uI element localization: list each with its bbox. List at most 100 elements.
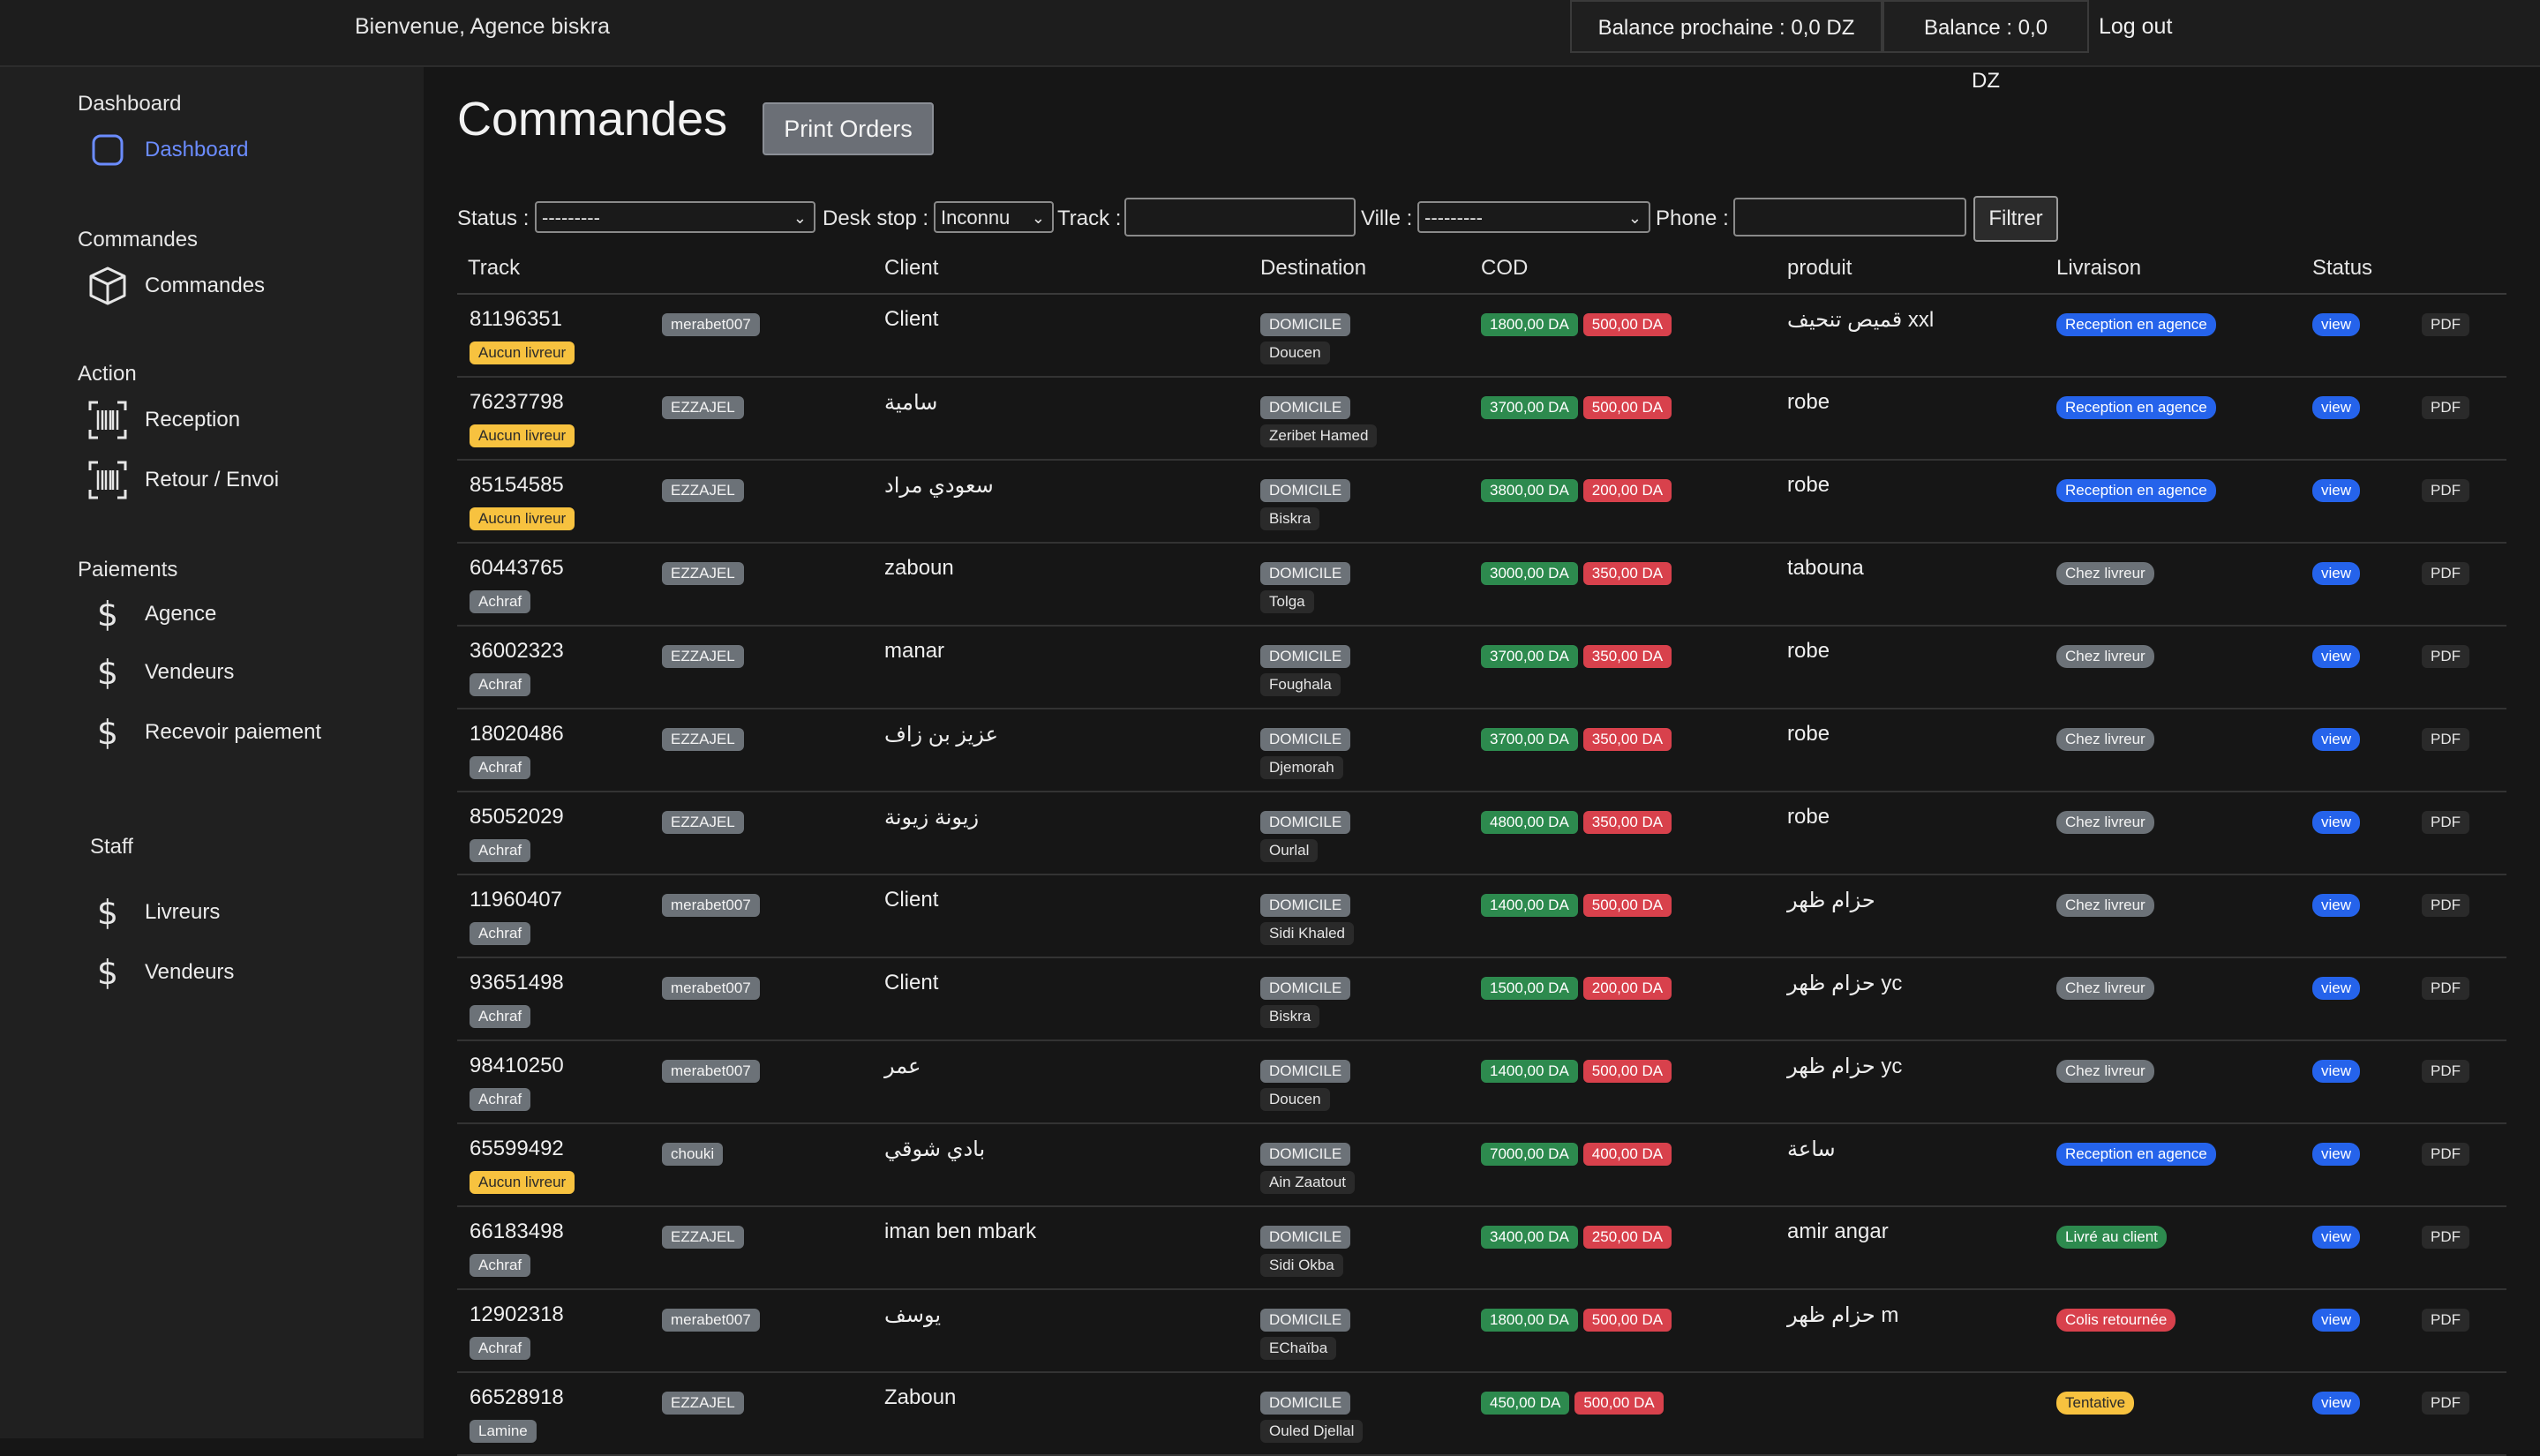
table-row[interactable]: 93651498 Achraf merabet007 Client DOMICILE Bi…	[457, 958, 2506, 1041]
table-row[interactable]: 66183498 Achraf EZZAJEL iman ben mbark DOMIC…	[457, 1207, 2506, 1290]
sidebar-item-livreurs[interactable]: $ Livreurs	[86, 891, 220, 934]
delivery-type-badge: DOMICILE	[1260, 1226, 1351, 1249]
sidebar-item-agence[interactable]: $ Agence	[86, 593, 217, 635]
pdf-button[interactable]: PDF	[2422, 1392, 2469, 1415]
view-button[interactable]: view	[2312, 811, 2361, 834]
pdf-button[interactable]: PDF	[2422, 1309, 2469, 1332]
balance-next-button[interactable]: Balance prochaine : 0,0 DZ	[1570, 0, 1882, 53]
cod-amount-badge: 4800,00 DA	[1481, 811, 1578, 834]
view-button[interactable]: view	[2312, 562, 2361, 585]
track-number[interactable]: 66528918	[470, 1385, 564, 1410]
track-number[interactable]: 81196351	[470, 307, 562, 332]
pdf-button[interactable]: PDF	[2422, 479, 2469, 502]
table-header: Track Client Destination COD produit Liv…	[457, 244, 2506, 295]
column-header-cod[interactable]: COD	[1481, 256, 1528, 281]
view-button[interactable]: view	[2312, 396, 2361, 419]
pdf-button[interactable]: PDF	[2422, 728, 2469, 751]
table-row[interactable]: 81196351 Aucun livreur merabet007 Client DOM…	[457, 295, 2506, 378]
column-header-destination[interactable]: Destination	[1260, 256, 1366, 281]
table-row[interactable]: 76237798 Aucun livreur EZZAJEL سامية DOMICIL…	[457, 378, 2506, 461]
table-row[interactable]: 60443765 Achraf EZZAJEL zaboun DOMICILE Tolga…	[457, 544, 2506, 627]
view-button[interactable]: view	[2312, 977, 2361, 1000]
track-number[interactable]: 18020486	[470, 722, 564, 747]
logout-link[interactable]: Log out	[2099, 14, 2172, 40]
track-filter-label: Track :	[1057, 206, 1122, 230]
view-button[interactable]: view	[2312, 1309, 2361, 1332]
sidebar-item-vendeurs[interactable]: $ Vendeurs	[86, 651, 235, 694]
seller-badge: EZZAJEL	[662, 811, 744, 834]
view-button[interactable]: view	[2312, 313, 2361, 336]
pdf-button[interactable]: PDF	[2422, 562, 2469, 585]
pdf-button[interactable]: PDF	[2422, 645, 2469, 668]
column-header-livraison[interactable]: Livraison	[2056, 256, 2141, 281]
table-row[interactable]: 66528918 Lamine EZZAJEL Zaboun DOMICILE Ouled…	[457, 1373, 2506, 1456]
livreur-badge: Achraf	[470, 1088, 531, 1111]
track-number[interactable]: 12902318	[470, 1302, 564, 1327]
delivery-type-badge: DOMICILE	[1260, 1392, 1351, 1415]
pdf-button[interactable]: PDF	[2422, 977, 2469, 1000]
sidebar-item-dashboard[interactable]: Dashboard	[86, 129, 248, 171]
view-button[interactable]: view	[2312, 1143, 2361, 1166]
sidebar-item-reception[interactable]: Reception	[86, 399, 240, 441]
pdf-button[interactable]: PDF	[2422, 396, 2469, 419]
track-input[interactable]	[1124, 198, 1356, 236]
pdf-button[interactable]: PDF	[2422, 1060, 2469, 1083]
track-number[interactable]: 85052029	[470, 805, 564, 829]
ville-select-value: ---------	[1424, 206, 1483, 229]
view-button[interactable]: view	[2312, 479, 2361, 502]
pdf-button[interactable]: PDF	[2422, 811, 2469, 834]
product-name: amir angar	[1787, 1220, 1889, 1243]
sidebar-item-commandes[interactable]: Commandes	[86, 265, 265, 307]
livreur-badge: Lamine	[470, 1420, 537, 1443]
pdf-button[interactable]: PDF	[2422, 1143, 2469, 1166]
column-header-track[interactable]: Track	[468, 256, 520, 281]
view-button[interactable]: view	[2312, 1060, 2361, 1083]
pdf-button[interactable]: PDF	[2422, 894, 2469, 917]
track-number[interactable]: 93651498	[470, 971, 564, 995]
table-row[interactable]: 36002323 Achraf EZZAJEL manar DOMICILE Fougha…	[457, 627, 2506, 709]
track-number[interactable]: 98410250	[470, 1054, 564, 1078]
desk-stop-select[interactable]: Inconnu ⌄	[934, 201, 1054, 233]
seller-badge: merabet007	[662, 1060, 760, 1083]
track-number[interactable]: 66183498	[470, 1220, 564, 1244]
column-header-client[interactable]: Client	[884, 256, 938, 281]
print-orders-button[interactable]: Print Orders	[763, 102, 934, 155]
balance-button[interactable]: Balance : 0,0 DZ	[1882, 0, 2089, 93]
filter-button[interactable]: Filtrer	[1973, 196, 2058, 242]
dollar-icon: $	[96, 893, 119, 932]
table-row[interactable]: 12902318 Achraf merabet007 يوسف DOMICILE ECha…	[457, 1290, 2506, 1373]
desk-stop-select-value: Inconnu	[941, 206, 1011, 229]
table-row[interactable]: 18020486 Achraf EZZAJEL عزيز بن زاف DOMICILE…	[457, 709, 2506, 792]
column-header-status[interactable]: Status	[2312, 256, 2372, 281]
view-button[interactable]: view	[2312, 645, 2361, 668]
track-number[interactable]: 85154585	[470, 473, 564, 498]
track-number[interactable]: 60443765	[470, 556, 564, 581]
table-row[interactable]: 85154585 Aucun livreur EZZAJEL سعودي مراد DO…	[457, 461, 2506, 544]
pdf-button[interactable]: PDF	[2422, 313, 2469, 336]
view-button[interactable]: view	[2312, 1392, 2361, 1415]
track-number[interactable]: 76237798	[470, 390, 564, 415]
column-header-produit[interactable]: produit	[1787, 256, 1852, 281]
table-row[interactable]: 98410250 Achraf merabet007 عمر DOMICILE Douce…	[457, 1041, 2506, 1124]
destination-city-badge: Biskra	[1260, 1005, 1320, 1028]
view-button[interactable]: view	[2312, 728, 2361, 751]
phone-input[interactable]	[1733, 198, 1966, 236]
pdf-button[interactable]: PDF	[2422, 1226, 2469, 1249]
view-button[interactable]: view	[2312, 1226, 2361, 1249]
sidebar-item-vendeurs-staff[interactable]: $ Vendeurs	[86, 951, 235, 994]
status-select[interactable]: --------- ⌄	[535, 201, 815, 233]
desk-stop-label: Desk stop :	[823, 206, 929, 230]
table-row[interactable]: 85052029 Achraf EZZAJEL زيونة زيونة DOMICILE…	[457, 792, 2506, 875]
track-number[interactable]: 36002323	[470, 639, 564, 664]
track-number[interactable]: 65599492	[470, 1137, 564, 1161]
track-number[interactable]: 11960407	[470, 888, 562, 912]
table-row[interactable]: 65599492 Aucun livreur chouki بادي شوقي DOMI…	[457, 1124, 2506, 1207]
delivery-fee-badge: 500,00 DA	[1582, 894, 1672, 917]
sidebar-item-recevoir-paiement[interactable]: $ Recevoir paiement	[86, 711, 321, 754]
table-row[interactable]: 11960407 Achraf merabet007 Client DOMICILE Si…	[457, 875, 2506, 958]
delivery-fee-badge: 200,00 DA	[1582, 977, 1672, 1000]
view-button[interactable]: view	[2312, 894, 2361, 917]
livraison-status-badge: Reception en agence	[2056, 396, 2216, 419]
sidebar-item-retour-envoi[interactable]: Retour / Envoi	[86, 459, 279, 501]
ville-select[interactable]: --------- ⌄	[1417, 201, 1650, 233]
